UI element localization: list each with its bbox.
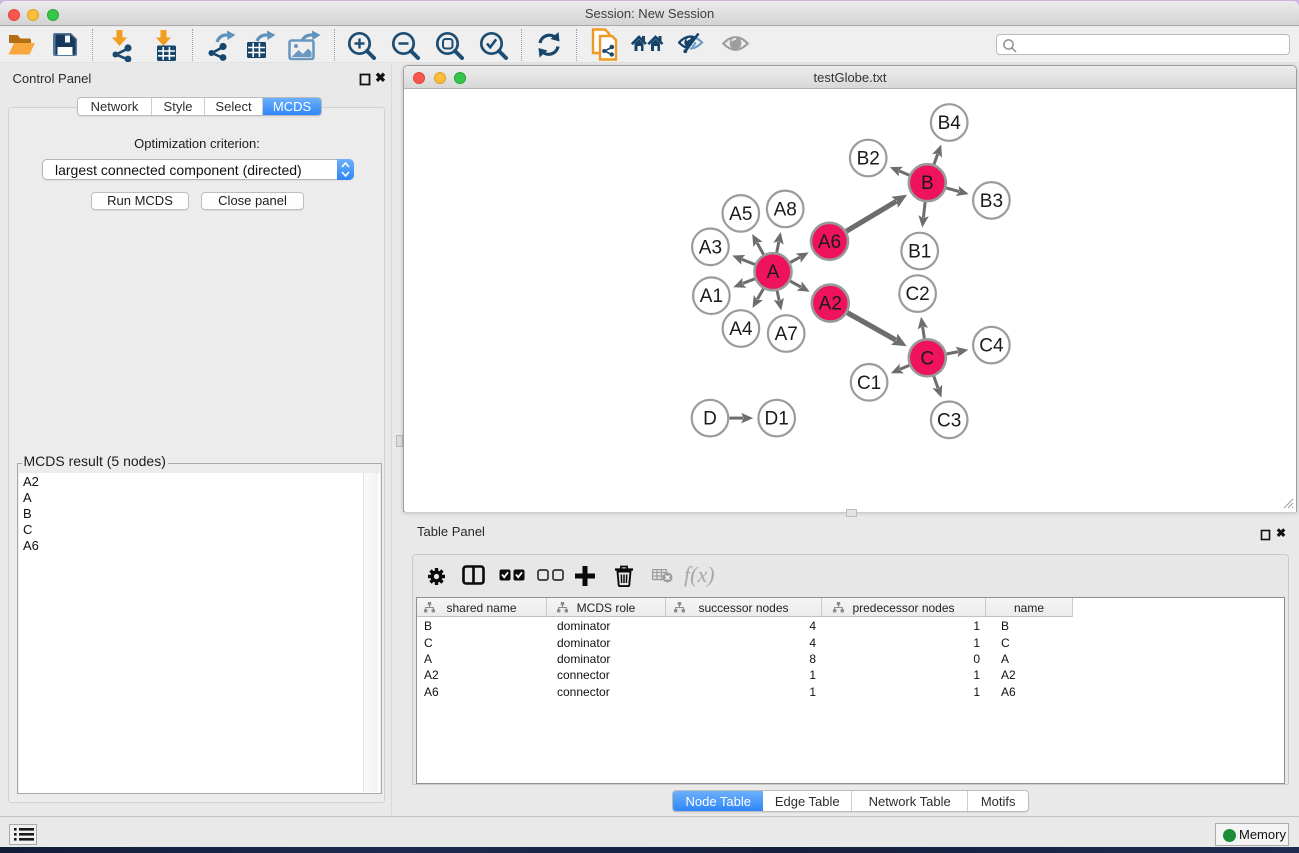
svg-text:A6: A6	[818, 232, 841, 253]
svg-text:A1: A1	[700, 286, 723, 307]
svg-text:B3: B3	[980, 191, 1003, 212]
svg-text:A: A	[767, 262, 780, 283]
svg-text:A5: A5	[729, 204, 752, 225]
svg-text:A2: A2	[819, 294, 842, 315]
svg-text:B1: B1	[908, 242, 931, 263]
svg-text:B: B	[921, 173, 934, 194]
svg-text:C: C	[920, 348, 934, 369]
svg-text:D: D	[703, 409, 717, 430]
svg-text:A7: A7	[775, 324, 798, 345]
svg-text:C2: C2	[905, 284, 929, 305]
svg-text:C3: C3	[937, 410, 961, 431]
svg-text:B4: B4	[938, 113, 962, 134]
svg-text:A3: A3	[699, 237, 722, 258]
svg-text:A8: A8	[774, 199, 797, 220]
svg-text:C4: C4	[979, 336, 1004, 357]
svg-text:A4: A4	[729, 319, 753, 340]
svg-text:D1: D1	[765, 409, 789, 430]
svg-text:C1: C1	[857, 373, 881, 394]
svg-text:B2: B2	[857, 149, 880, 170]
